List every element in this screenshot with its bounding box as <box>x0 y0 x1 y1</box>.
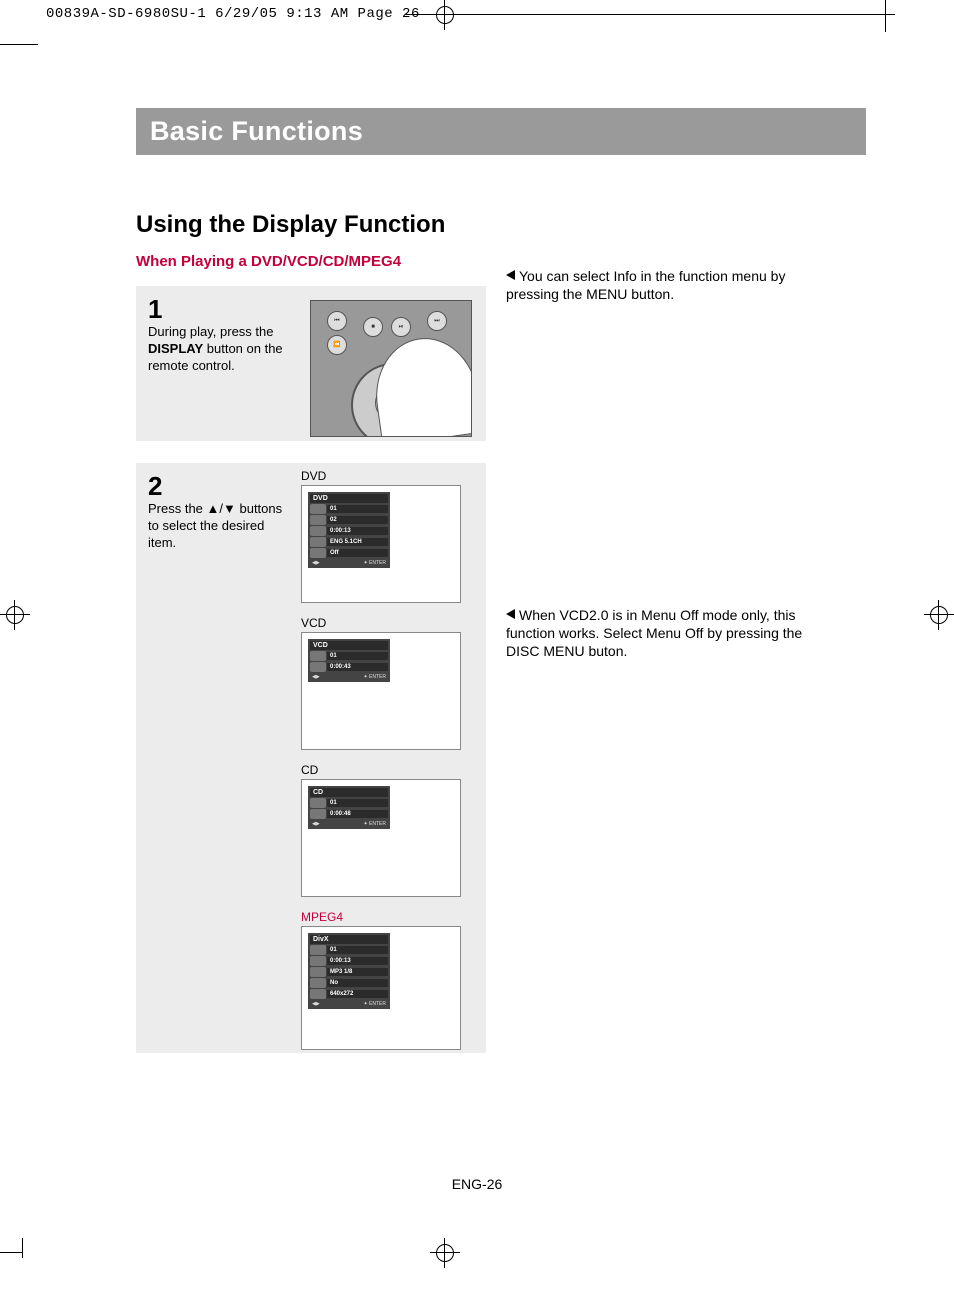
disc-track-icon <box>310 651 326 661</box>
osd-nav-hint: ◀▶ <box>312 1001 320 1007</box>
step-text: During play, press the DISPLAY button on… <box>148 324 288 375</box>
osd-value: 01 <box>327 505 388 513</box>
clock-icon <box>310 526 326 536</box>
osd-enter-hint: ✦ ENTER <box>363 560 386 566</box>
osd-title: CD <box>310 788 388 797</box>
osd-value: 0:00:13 <box>327 957 388 965</box>
osd-nav-hint: ◀▶ <box>312 821 320 827</box>
crop-mark-icon <box>0 1238 28 1268</box>
subtitle-icon <box>310 548 326 558</box>
osd-label: MPEG4 <box>301 910 461 924</box>
osd-title: VCD <box>310 641 388 650</box>
osd-nav-hint: ◀▶ <box>312 560 320 566</box>
osd-nav-hint: ◀▶ <box>312 674 320 680</box>
stop-icon: ■ <box>363 317 383 337</box>
crop-line <box>405 14 895 15</box>
disc-title-icon <box>310 504 326 514</box>
disc-chapter-icon <box>310 515 326 525</box>
arrow-left-icon <box>506 270 515 280</box>
osd-value: ENG 5.1CH <box>327 538 388 546</box>
osd-enter-hint: ✦ ENTER <box>363 674 386 680</box>
page-content: Basic Functions Using the Display Functi… <box>136 108 866 1075</box>
osd-dvd: DVD DVD 01 02 0:00:13 ENG 5.1CH Off ◀▶ ✦ … <box>301 469 461 603</box>
rewind-icon: ⏪ <box>327 335 347 355</box>
osd-value: 0:00:43 <box>327 663 388 671</box>
section-heading: Using the Display Function <box>136 211 866 239</box>
osd-label: DVD <box>301 469 461 483</box>
note-text: You can select Info in the function menu… <box>506 268 785 302</box>
disc-title-icon <box>310 945 326 955</box>
remote-illustration: ⏮ ■ ⏯ ⏭ ⏪ ENTER <box>310 300 472 437</box>
osd-value: No <box>327 979 388 987</box>
osd-label: CD <box>301 763 461 777</box>
skip-back-icon: ⏮ <box>327 311 347 331</box>
crop-line <box>885 0 886 32</box>
skip-fwd-icon: ⏭ <box>427 311 447 331</box>
registration-mark-icon <box>924 600 954 630</box>
side-note: You can select Info in the function menu… <box>506 267 836 303</box>
page-number: ENG-26 <box>0 1176 954 1192</box>
registration-mark-icon <box>430 0 460 30</box>
text: During play, press the <box>148 324 274 339</box>
osd-enter-hint: ✦ ENTER <box>363 821 386 827</box>
osd-value: MP3 1/8 <box>327 968 388 976</box>
text-bold: DISPLAY <box>148 341 203 356</box>
osd-title: DivX <box>310 935 388 944</box>
note-text: When VCD2.0 is in Menu Off mode only, th… <box>506 607 802 659</box>
chapter-banner: Basic Functions <box>136 108 866 155</box>
osd-value: 0:00:13 <box>327 527 388 535</box>
osd-enter-hint: ✦ ENTER <box>363 1001 386 1007</box>
osd-value: 01 <box>327 799 388 807</box>
hand-illustration <box>368 331 472 437</box>
audio-icon <box>310 537 326 547</box>
osd-vcd: VCD VCD 01 0:00:43 ◀▶ ✦ ENTER <box>301 616 461 750</box>
osd-value: Off <box>327 549 388 557</box>
crop-line <box>0 44 38 45</box>
clock-icon <box>310 809 326 819</box>
subtitle-icon <box>310 978 326 988</box>
osd-value: 640x272 <box>327 990 388 998</box>
disc-track-icon <box>310 798 326 808</box>
osd-mpeg4: MPEG4 DivX 01 0:00:13 MP3 1/8 No 640x272… <box>301 910 461 1050</box>
osd-label: VCD <box>301 616 461 630</box>
registration-mark-icon <box>0 600 30 630</box>
size-icon <box>310 989 326 999</box>
step-block-1: 1 During play, press the DISPLAY button … <box>136 286 486 441</box>
audio-icon <box>310 967 326 977</box>
osd-value: 01 <box>327 946 388 954</box>
prepress-header: 00839A-SD-6980SU-1 6/29/05 9:13 AM Page … <box>46 6 420 22</box>
osd-value: 02 <box>327 516 388 524</box>
osd-value: 0:00:48 <box>327 810 388 818</box>
osd-title: DVD <box>310 494 388 503</box>
osd-cd: CD CD 01 0:00:48 ◀▶ ✦ ENTER <box>301 763 461 897</box>
clock-icon <box>310 956 326 966</box>
side-note: When VCD2.0 is in Menu Off mode only, th… <box>506 606 836 661</box>
step-block-2: 2 Press the ▲/▼ buttons to select the de… <box>136 463 486 1053</box>
step-text: Press the ▲/▼ buttons to select the desi… <box>148 501 288 552</box>
arrow-left-icon <box>506 609 515 619</box>
clock-icon <box>310 662 326 672</box>
registration-mark-icon <box>430 1238 460 1268</box>
play-pause-icon: ⏯ <box>391 317 411 337</box>
osd-value: 01 <box>327 652 388 660</box>
